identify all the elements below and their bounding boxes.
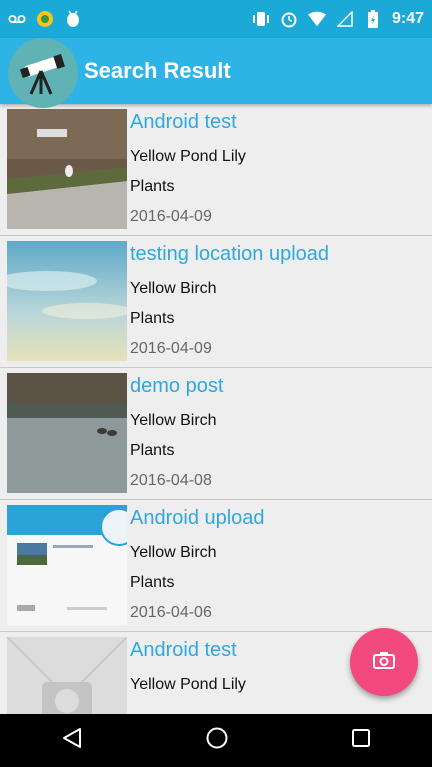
signal-icon [336, 10, 354, 28]
post-thumbnail[interactable] [7, 373, 127, 493]
species-name: Yellow Birch [130, 412, 217, 429]
back-icon[interactable] [61, 727, 83, 754]
list-item[interactable]: Android test Yellow Pond Lily Plants 201… [0, 104, 432, 236]
system-nav-bar [0, 714, 432, 767]
list-item[interactable]: demo post Yellow Birch Plants 2016-04-08 [0, 368, 432, 500]
species-name: Yellow Pond Lily [130, 676, 246, 693]
post-title[interactable]: testing location upload [130, 240, 329, 274]
category-name: Plants [130, 442, 175, 459]
list-item[interactable]: Android upload Yellow Birch Plants 2016-… [0, 500, 432, 632]
home-icon[interactable] [205, 726, 229, 755]
post-date: 2016-04-06 [130, 604, 212, 621]
telescope-icon[interactable] [8, 38, 78, 108]
recents-icon[interactable] [351, 728, 371, 753]
post-date: 2016-04-09 [130, 340, 212, 357]
status-bar: 9:47 [0, 0, 432, 38]
post-thumbnail[interactable] [7, 505, 127, 625]
alarm-icon [280, 10, 298, 28]
status-time: 9:47 [391, 10, 424, 27]
wifi-icon [307, 10, 326, 28]
species-name: Yellow Birch [130, 280, 217, 297]
camera-icon [373, 651, 395, 674]
post-date: 2016-04-09 [130, 208, 212, 225]
battery-icon [364, 10, 382, 28]
list-item[interactable]: testing location upload Yellow Birch Pla… [0, 236, 432, 368]
android-debug-icon [64, 10, 82, 28]
vibrate-icon [252, 10, 270, 28]
post-title[interactable]: Android upload [130, 504, 265, 538]
notification-app-icon [36, 10, 54, 28]
post-title[interactable]: demo post [130, 372, 223, 406]
post-thumbnail[interactable] [7, 109, 127, 229]
category-name: Plants [130, 178, 175, 195]
category-name: Plants [130, 310, 175, 327]
species-name: Yellow Birch [130, 544, 217, 561]
camera-fab-button[interactable] [350, 628, 418, 696]
post-date: 2016-04-08 [130, 472, 212, 489]
app-bar: Search Result [0, 38, 432, 108]
species-name: Yellow Pond Lily [130, 148, 246, 165]
voicemail-icon [8, 10, 26, 28]
search-result-list[interactable]: Android test Yellow Pond Lily Plants 201… [0, 104, 432, 714]
page-title: Search Result [84, 58, 231, 83]
category-name: Plants [130, 574, 175, 591]
post-thumbnail[interactable] [7, 241, 127, 361]
post-title[interactable]: Android test [130, 108, 246, 142]
post-thumbnail[interactable] [7, 637, 127, 714]
post-title[interactable]: Android test [130, 636, 246, 670]
